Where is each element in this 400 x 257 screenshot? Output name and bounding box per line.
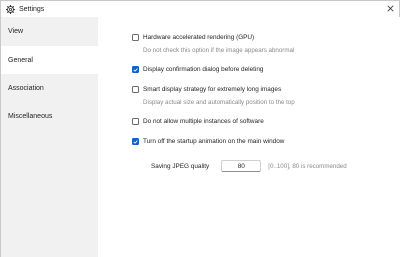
sidebar-item-label: Miscellaneous [8,112,53,120]
gear-icon [6,4,15,14]
checkmark-icon [133,67,138,72]
sidebar-item-association[interactable]: Association [1,74,98,102]
close-icon [386,4,394,14]
confirm-delete-option[interactable]: Display confirmation dialog before delet… [132,66,263,73]
smart-display-label: Smart display strategy for extremely lon… [143,86,282,93]
sidebar-item-view[interactable]: View [1,17,98,45]
sidebar-item-label: Association [8,84,44,92]
settings-window: Settings View General Association Miscel… [0,0,400,257]
window-title: Settings [19,5,45,13]
sidebar-item-label: View [8,27,24,35]
gpu-rendering-option[interactable]: Hardware accelerated rendering (GPU) [132,34,254,41]
jpeg-quality-row: Saving JPEG quality [0..100], 80 is reco… [151,160,347,172]
jpeg-quality-hint: [0..100], 80 is recommended [268,162,347,170]
startup-animation-option[interactable]: Turn off the startup animation on the ma… [132,138,284,145]
sidebar-item-label: General [8,56,33,64]
checkmark-icon [133,139,138,144]
startup-animation-label: Turn off the startup animation on the ma… [143,138,285,145]
smart-display-hint: Display actual size and automatically po… [143,99,295,106]
smart-display-checkbox[interactable] [132,86,139,93]
sidebar-item-general[interactable]: General [1,46,98,74]
jpeg-quality-label: Saving JPEG quality [151,162,210,170]
smart-display-option[interactable]: Smart display strategy for extremely lon… [132,86,281,93]
settings-sidebar: View General Association Miscellaneous [1,17,98,257]
sidebar-item-miscellaneous[interactable]: Miscellaneous [1,102,98,130]
gpu-rendering-hint: Do not check this option if the image ap… [143,47,295,54]
jpeg-quality-input[interactable] [221,160,262,172]
single-instance-label: Do not allow multiple instances of softw… [143,118,264,125]
close-button[interactable] [383,3,397,15]
general-settings-panel: Hardware accelerated rendering (GPU) Do … [98,17,400,257]
confirm-delete-checkbox[interactable] [132,66,139,73]
single-instance-checkbox[interactable] [132,118,139,125]
gpu-rendering-checkbox[interactable] [132,34,139,41]
single-instance-option[interactable]: Do not allow multiple instances of softw… [132,118,264,125]
startup-animation-checkbox[interactable] [132,138,139,145]
confirm-delete-label: Display confirmation dialog before delet… [143,66,264,73]
gpu-rendering-label: Hardware accelerated rendering (GPU) [143,34,255,41]
title-bar: Settings [1,1,399,17]
